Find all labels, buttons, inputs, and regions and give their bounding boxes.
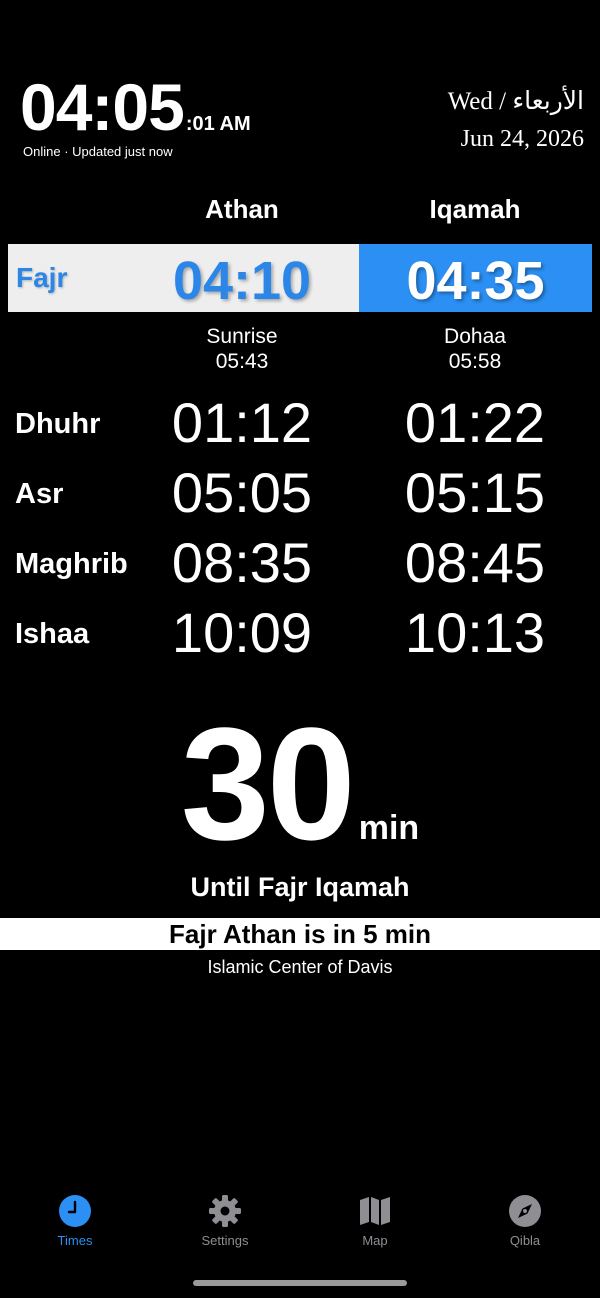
countdown-value: 30 — [180, 694, 356, 873]
prayer-athan-time: 08:35 — [171, 531, 313, 594]
sunrise-info: Sunrise 05:43 — [126, 324, 358, 374]
tab-qibla[interactable]: Qibla — [450, 1194, 600, 1248]
mosque-name: Islamic Center of Davis — [207, 957, 393, 977]
countdown-target: Until Fajr Iqamah — [190, 872, 410, 902]
next-prayer-row: Fajr 04:10 04:35 — [8, 244, 592, 312]
prayer-athan-time: 05:05 — [171, 461, 313, 524]
tab-label: Map — [362, 1233, 388, 1248]
prayer-iqamah-time: 01:22 — [404, 391, 546, 454]
tab-times[interactable]: Times — [0, 1194, 150, 1248]
column-header-iqamah: Iqamah — [429, 194, 521, 224]
sunrise-label: Sunrise — [206, 325, 278, 348]
next-prayer-iqamah-time: 04:35 — [406, 251, 545, 311]
home-indicator[interactable] — [193, 1280, 407, 1286]
tab-label: Times — [57, 1233, 93, 1248]
compass-icon — [509, 1195, 541, 1227]
sunrise-time: 05:43 — [215, 350, 269, 373]
dohaa-info: Dohaa 05:58 — [359, 324, 591, 374]
column-header-athan: Athan — [205, 194, 279, 224]
prayer-name: Dhuhr — [15, 408, 101, 440]
prayer-row-asr: Asr 05:05 05:15 — [0, 460, 600, 530]
prayer-name: Maghrib — [15, 548, 128, 580]
prayer-name: Ishaa — [15, 618, 90, 650]
tab-map[interactable]: Map — [300, 1194, 450, 1248]
prayer-iqamah-time: 10:13 — [404, 601, 546, 664]
gear-icon — [209, 1195, 241, 1227]
prayer-athan-time: 01:12 — [171, 391, 313, 454]
tab-label: Settings — [201, 1233, 249, 1248]
dohaa-time: 05:58 — [448, 350, 502, 373]
next-prayer-name: Fajr — [16, 262, 68, 293]
current-time-main: 04:05 — [20, 70, 185, 144]
countdown-unit: min — [358, 809, 420, 847]
clock-icon — [59, 1195, 91, 1227]
prayer-row-ishaa: Ishaa 10:09 10:13 — [0, 600, 600, 670]
current-time: 04:05:01 AM — [20, 74, 251, 140]
current-time-seconds: :01 AM — [185, 113, 251, 135]
next-prayer-athan-time: 04:10 — [172, 251, 312, 311]
next-prayer-athan-cell: Fajr 04:10 — [8, 244, 359, 312]
current-date: Jun 24, 2026 — [460, 126, 584, 152]
prayer-name: Asr — [15, 478, 64, 510]
tab-label: Qibla — [509, 1233, 541, 1248]
weekday: Wed / الأربعاء — [447, 88, 584, 115]
prayer-row-dhuhr: Dhuhr 01:12 01:22 — [0, 390, 600, 460]
prayer-iqamah-time: 05:15 — [404, 461, 546, 524]
dohaa-label: Dohaa — [444, 325, 506, 348]
prayer-athan-time: 10:09 — [171, 601, 313, 664]
next-prayer-iqamah-cell: 04:35 — [359, 244, 592, 312]
tab-settings[interactable]: Settings — [150, 1194, 300, 1248]
map-icon — [360, 1197, 390, 1225]
prayer-iqamah-time: 08:45 — [404, 531, 546, 594]
countdown: 30 min — [0, 692, 600, 876]
next-athan-banner: Fajr Athan is in 5 min — [0, 918, 600, 950]
prayer-row-maghrib: Maghrib 08:35 08:45 — [0, 530, 600, 600]
sync-status: Online · Updated just now — [23, 144, 173, 159]
